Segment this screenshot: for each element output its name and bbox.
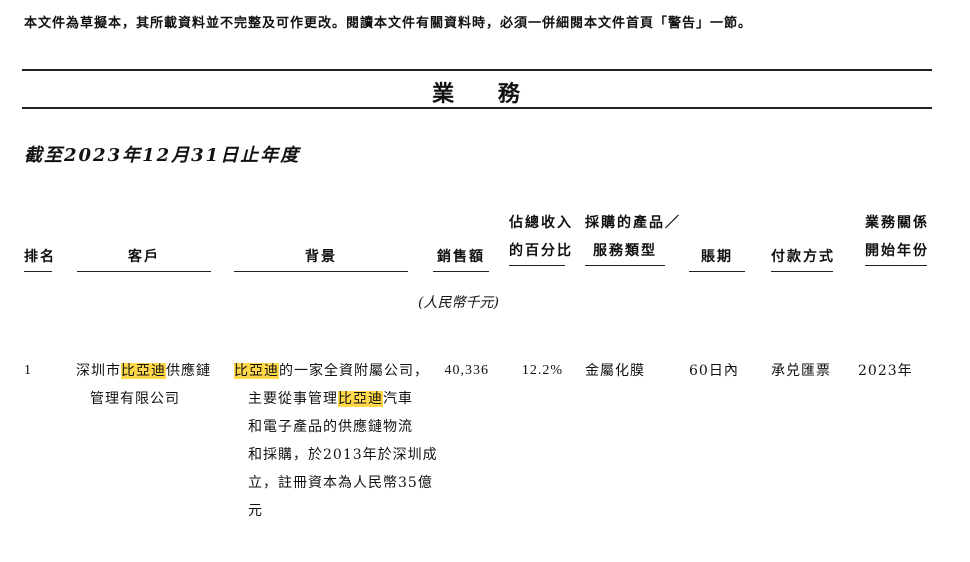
header-credit-period: 賬期 bbox=[689, 243, 745, 272]
period-heading: 截至2023年12月31日止年度 bbox=[24, 145, 301, 166]
customer-suffix: 供應鏈 bbox=[166, 363, 211, 379]
currency-unit-note: (人民幣千元) bbox=[418, 295, 499, 311]
header-payment-method: 付款方式 bbox=[771, 243, 833, 272]
row-payment-method: 承兑匯票 bbox=[771, 363, 831, 379]
header-product-line1: 採購的產品／ bbox=[585, 215, 681, 231]
section-rule-top bbox=[22, 69, 932, 71]
background-line2-prefix: 主要從事管理 bbox=[248, 391, 338, 407]
background-line2-suffix: 汽車 bbox=[383, 391, 413, 407]
row-percentage: 12.2% bbox=[521, 363, 563, 378]
background-highlight-2: 比亞迪 bbox=[338, 391, 383, 407]
background-line1-text: 的一家全資附屬公司， bbox=[279, 363, 429, 379]
header-start-line1: 業務關係 bbox=[865, 215, 929, 231]
header-percentage-line1: 佔總收入 bbox=[509, 215, 573, 231]
customer-line2: 管理有限公司 bbox=[90, 391, 180, 407]
background-line6: 元 bbox=[248, 503, 263, 519]
header-product-line2: 服務類型 bbox=[585, 237, 665, 266]
row-background: 比亞迪的一家全資附屬公司， 主要從事管理比亞迪汽車 和電子產品的供應鏈物流 和採… bbox=[234, 357, 438, 525]
draft-notice: 本文件為草擬本，其所載資料並不完整及可作更改。閱讀本文件有關資料時，必須一併細閱… bbox=[24, 16, 753, 31]
header-percentage: 佔總收入 的百分比 bbox=[509, 209, 573, 266]
header-sales: 銷售額 bbox=[433, 243, 489, 272]
row-rank: 1 bbox=[24, 363, 32, 378]
header-start-line2: 開始年份 bbox=[865, 237, 927, 266]
row-customer: 深圳市比亞迪供應鏈 管理有限公司 bbox=[76, 357, 211, 413]
header-background: 背景 bbox=[234, 243, 408, 272]
header-relationship-start: 業務關係 開始年份 bbox=[865, 209, 927, 266]
header-product-type: 採購的產品／ 服務類型 bbox=[585, 209, 681, 266]
background-line4: 和採購，於2013年於深圳成 bbox=[248, 447, 438, 463]
header-percentage-line2: 的百分比 bbox=[509, 237, 571, 266]
customer-prefix: 深圳市 bbox=[76, 363, 121, 379]
row-product-type: 金屬化膜 bbox=[585, 363, 645, 379]
header-rank: 排名 bbox=[24, 243, 54, 272]
background-line3: 和電子產品的供應鏈物流 bbox=[248, 419, 413, 435]
row-sales: 40,336 bbox=[444, 363, 489, 378]
background-highlight-1: 比亞迪 bbox=[234, 363, 279, 379]
header-customer: 客戶 bbox=[77, 243, 211, 272]
background-line5: 立，註冊資本為人民幣35億 bbox=[248, 475, 433, 491]
section-title: 業 務 bbox=[432, 81, 538, 107]
customer-highlight: 比亞迪 bbox=[121, 363, 166, 379]
section-rule-bottom bbox=[22, 107, 932, 109]
row-relationship-start: 2023年 bbox=[858, 363, 913, 379]
row-credit-period: 60日內 bbox=[689, 363, 739, 379]
